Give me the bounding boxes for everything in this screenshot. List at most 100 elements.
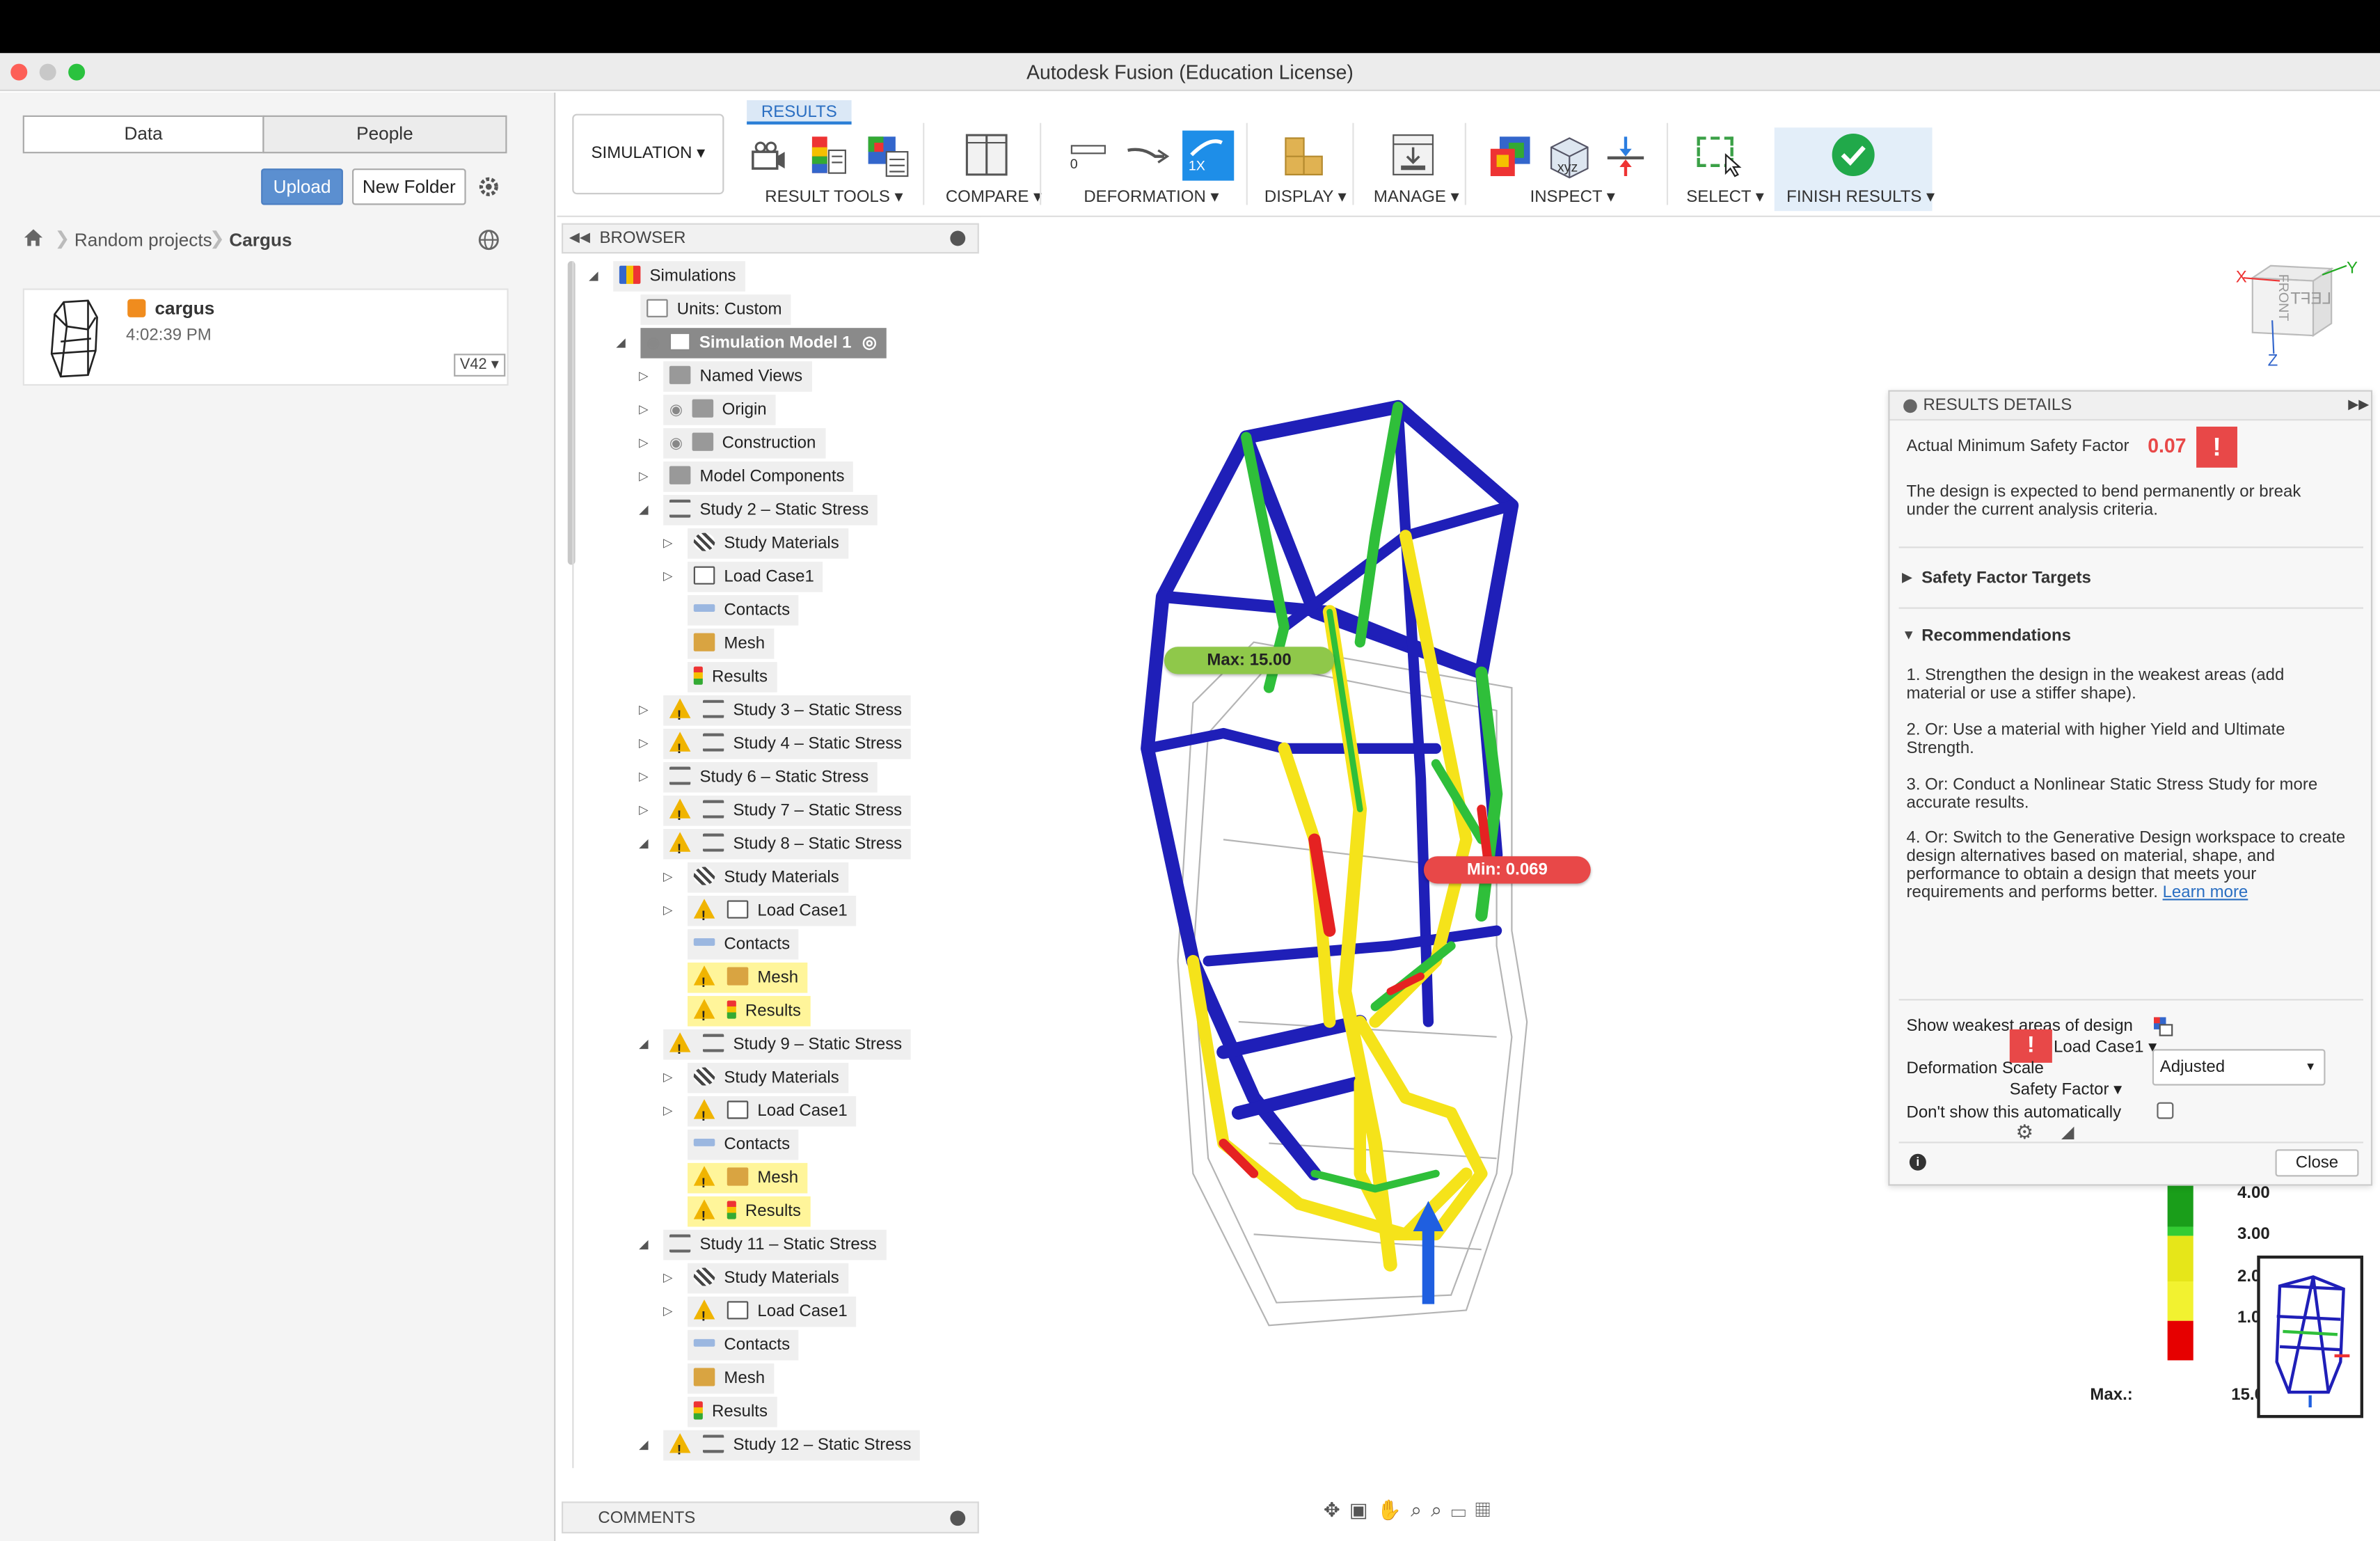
safety-factor-targets-toggle[interactable]: Safety Factor Targets xyxy=(1921,569,2091,587)
browser-row[interactable]: Contacts xyxy=(562,1129,979,1160)
zoom-icon[interactable]: ⌕ xyxy=(1411,1499,1431,1522)
home-icon[interactable] xyxy=(23,228,45,247)
browser-row[interactable]: ▷ ◉ Construction xyxy=(562,428,979,459)
browser-node[interactable]: Study Materials xyxy=(688,1062,848,1093)
browser-node[interactable]: Results xyxy=(688,1396,777,1428)
result-tools-menu[interactable]: RESULT TOOLS ▾ xyxy=(765,187,903,206)
deformation-menu[interactable]: DEFORMATION ▾ xyxy=(1084,187,1219,206)
browser-node[interactable]: Contacts xyxy=(688,1129,800,1160)
expand-node-icon[interactable]: ▷ xyxy=(636,729,651,759)
browser-row[interactable]: ▷ ◉ Origin xyxy=(562,395,979,425)
browser-row[interactable]: Results xyxy=(562,1396,979,1428)
display-menu[interactable]: DISPLAY ▾ xyxy=(1264,187,1347,206)
browser-node[interactable]: Study Materials xyxy=(688,862,848,893)
manage-menu[interactable]: MANAGE ▾ xyxy=(1374,187,1459,206)
expand-node-icon[interactable]: ▷ xyxy=(636,695,651,726)
browser-row[interactable]: ◢ Study 8 – Static Stress xyxy=(562,828,979,864)
browser-node[interactable]: Study 6 – Static Stress xyxy=(663,762,878,793)
fit-icon[interactable]: ⌕ xyxy=(1431,1499,1451,1522)
collapse-node-icon[interactable]: ◢ xyxy=(613,328,628,358)
hidden-eye-icon[interactable]: ◉ xyxy=(669,402,683,419)
expand-node-icon[interactable]: ▷ xyxy=(636,428,651,459)
select-menu[interactable]: SELECT ▾ xyxy=(1686,187,1764,206)
browser-row[interactable]: ▷ Load Case1 xyxy=(562,1096,979,1131)
safety-factor-dropdown[interactable]: Safety Factor ▾ xyxy=(2010,1080,2122,1099)
browser-node[interactable]: ◉ Origin xyxy=(663,395,776,425)
collapse-node-icon[interactable]: ◢ xyxy=(636,829,651,860)
adjusted-deformation-icon[interactable] xyxy=(1125,138,1170,174)
reaction-force-icon[interactable] xyxy=(1604,134,1647,179)
surface-probes-icon[interactable] xyxy=(1487,134,1532,179)
visibility-eye-icon[interactable]: ◉ xyxy=(646,335,660,352)
add-comment-icon[interactable] xyxy=(950,1510,966,1526)
tab-people[interactable]: People xyxy=(262,115,507,154)
browser-row[interactable]: ▷ Study Materials xyxy=(562,862,979,893)
version-badge[interactable]: V42 ▾ xyxy=(454,354,505,377)
browser-node[interactable]: Study 11 – Static Stress xyxy=(663,1229,886,1261)
inspect-menu[interactable]: INSPECT ▾ xyxy=(1530,187,1615,206)
orbit-icon[interactable]: ✥ xyxy=(1324,1499,1349,1522)
comments-bar[interactable]: COMMENTS xyxy=(562,1501,979,1534)
browser-row[interactable]: ▷ Load Case1 xyxy=(562,895,979,931)
browser-row[interactable]: ▷ Load Case1 xyxy=(562,1296,979,1331)
expand-node-icon[interactable]: ▷ xyxy=(660,1263,676,1294)
expand-node-icon[interactable]: ▷ xyxy=(660,862,676,893)
look-at-icon[interactable]: ▣ xyxy=(1349,1499,1377,1522)
recommendations-toggle[interactable]: Recommendations xyxy=(1921,627,2071,645)
browser-node[interactable]: Model Components xyxy=(663,461,854,492)
browser-row[interactable]: Mesh xyxy=(562,962,979,997)
collapse-node-icon[interactable]: ◢ xyxy=(636,1029,651,1060)
compare-icon[interactable] xyxy=(964,132,1009,177)
browser-row[interactable]: Contacts xyxy=(562,595,979,626)
resize-icon[interactable]: ◢ xyxy=(2061,1122,2074,1141)
expand-dialog-icon[interactable]: ▶▶ xyxy=(2348,396,2369,413)
compare-menu[interactable]: COMPARE ▾ xyxy=(946,187,1042,206)
browser-node[interactable]: Load Case1 xyxy=(688,1296,857,1331)
browser-node[interactable]: Named Views xyxy=(663,361,812,392)
browser-node[interactable]: Study 2 – Static Stress xyxy=(663,495,878,525)
expand-node-icon[interactable]: ▷ xyxy=(636,762,651,793)
browser-row[interactable]: ◢ Study 12 – Static Stress xyxy=(562,1430,979,1465)
browser-node[interactable]: Mesh xyxy=(688,962,808,997)
browser-node[interactable]: ◉ Construction xyxy=(663,428,825,459)
browser-row[interactable]: ▷ Model Components xyxy=(562,461,979,492)
browser-row[interactable]: Results xyxy=(562,662,979,693)
browser-row[interactable]: Contacts xyxy=(562,928,979,960)
load-case-dropdown[interactable]: Load Case1 ▾ xyxy=(2054,1037,2157,1057)
expand-node-icon[interactable]: ▷ xyxy=(636,395,651,425)
browser-row[interactable]: Results xyxy=(562,1196,979,1231)
pan-icon[interactable]: ✋ xyxy=(1377,1499,1411,1522)
finish-results-button[interactable]: FINISH RESULTS ▾ xyxy=(1774,127,1935,212)
tab-data[interactable]: Data xyxy=(22,115,264,154)
browser-row[interactable]: ▷ Study 4 – Static Stress xyxy=(562,729,979,764)
dialog-minimize-icon[interactable] xyxy=(1903,399,1917,413)
info-icon[interactable]: i xyxy=(1909,1153,1926,1171)
browser-node[interactable]: Mesh xyxy=(688,1162,808,1198)
display-icon[interactable] xyxy=(1283,135,1325,177)
browser-row[interactable]: ◢ Simulations xyxy=(562,261,979,292)
workspace-switcher[interactable]: SIMULATION ▾ xyxy=(572,113,724,195)
browser-row[interactable]: ▷ Study Materials xyxy=(562,1263,979,1294)
expand-node-icon[interactable]: ▷ xyxy=(660,528,676,559)
browser-node[interactable]: Contacts xyxy=(688,1329,800,1361)
browser-row[interactable]: ◢ ◉ Simulation Model 1 ◎ xyxy=(562,328,979,358)
browser-node[interactable]: ◉ Simulation Model 1 ◎ xyxy=(640,328,886,358)
collapse-node-icon[interactable]: ◢ xyxy=(586,261,601,292)
browser-row[interactable]: Mesh xyxy=(562,1162,979,1198)
browser-node[interactable]: Contacts xyxy=(688,595,800,626)
browser-node[interactable]: Study Materials xyxy=(688,1263,848,1294)
browser-row[interactable]: ◢ Study 2 – Static Stress xyxy=(562,495,979,525)
deformation-scale-select[interactable]: Adjusted ▾ xyxy=(2152,1049,2326,1086)
dont-show-checkbox[interactable] xyxy=(2157,1102,2174,1119)
expand-node-icon[interactable]: ▷ xyxy=(660,562,676,592)
browser-node[interactable]: Results xyxy=(688,662,777,693)
browser-node[interactable]: Study 12 – Static Stress xyxy=(663,1430,921,1465)
collapse-node-icon[interactable]: ◢ xyxy=(636,1230,651,1261)
browser-row[interactable]: ▷ Study Materials xyxy=(562,528,979,559)
view-thumbnail[interactable] xyxy=(2257,1255,2364,1418)
browser-node[interactable]: Units: Custom xyxy=(640,294,791,325)
browser-row[interactable]: ▷ Study 6 – Static Stress xyxy=(562,762,979,793)
browser-node[interactable]: Simulations xyxy=(613,261,745,292)
expand-node-icon[interactable]: ▷ xyxy=(636,796,651,826)
collapse-node-icon[interactable]: ◢ xyxy=(636,1430,651,1461)
